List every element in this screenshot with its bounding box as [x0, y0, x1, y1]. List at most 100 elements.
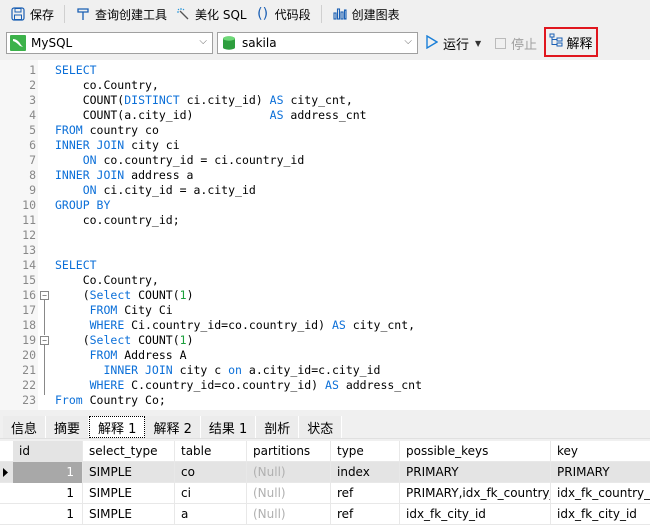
table-row[interactable]: 1 SIMPLE ci (Null) ref PRIMARY,idx_fk_country… — [0, 483, 650, 504]
line-number: 8 — [29, 168, 36, 182]
grid-cell[interactable]: ci — [175, 483, 247, 504]
grid-cell[interactable]: (Null) — [247, 462, 331, 483]
code-text: Co.Country, — [55, 273, 159, 287]
grid-cell[interactable]: SIMPLE — [83, 483, 175, 504]
grid-cell[interactable]: (Null) — [247, 483, 331, 504]
main-toolbar: 保存 查询创建工具 美化 SQL () 代码段 创建图表 — [0, 0, 650, 28]
code-text: co.Country, — [55, 78, 159, 92]
fold-guide — [44, 345, 45, 395]
code-text: ON co.country_id = ci.country_id — [82, 153, 305, 167]
explain-label: 解释 — [566, 36, 593, 52]
line-number: 15 — [22, 273, 36, 287]
line-number: 11 — [22, 213, 36, 227]
grid-cell[interactable]: idx_fk_country_id — [551, 483, 650, 504]
beautify-sql-button[interactable]: 美化 SQL — [171, 3, 251, 25]
fold-toggle-icon[interactable]: − — [40, 291, 49, 300]
column-header[interactable]: partitions — [247, 441, 331, 462]
grid-cell[interactable]: 1 — [13, 504, 83, 525]
result-tab[interactable]: 信息 — [3, 416, 47, 438]
line-number: 10 — [22, 198, 36, 212]
grid-cell[interactable]: ref — [331, 483, 400, 504]
parentheses-icon: () — [257, 6, 269, 22]
line-number: 14 — [22, 258, 36, 272]
save-label: 保存 — [30, 7, 55, 22]
code-snippet-label: 代码段 — [274, 7, 311, 22]
grid-cell[interactable]: PRIMARY — [400, 462, 551, 483]
result-tab[interactable]: 状态 — [299, 416, 343, 438]
result-tab[interactable]: 结果 1 — [200, 416, 257, 438]
create-chart-button[interactable]: 创建图表 — [328, 3, 404, 25]
table-row[interactable]: 1 SIMPLE a (Null) ref idx_fk_city_id idx_fk_ci… — [0, 504, 650, 525]
table-row[interactable]: 1 SIMPLE co (Null) index PRIMARY PRIMARY — [0, 462, 650, 483]
database-icon — [221, 35, 237, 51]
grid-cell[interactable]: ref — [331, 504, 400, 525]
toolbar-divider — [320, 5, 322, 23]
column-header[interactable]: table — [175, 441, 247, 462]
row-indicator[interactable] — [0, 483, 13, 504]
code-snippet-button[interactable]: () 代码段 — [251, 3, 315, 25]
grid-cell[interactable]: (Null) — [247, 504, 331, 525]
code-text: FROM Address A — [89, 348, 187, 362]
grid-cell[interactable]: co — [175, 462, 247, 483]
result-tab[interactable]: 解释 1 — [89, 416, 146, 438]
line-number: 19 — [22, 333, 36, 347]
line-number: 23 — [22, 393, 36, 407]
row-indicator[interactable] — [0, 462, 13, 483]
fold-toggle-icon[interactable]: − — [40, 336, 49, 345]
code-text: From Country Co; — [55, 393, 166, 407]
line-number: 13 — [22, 243, 36, 257]
run-label: 运行 — [443, 38, 470, 53]
line-number: 18 — [22, 318, 36, 332]
code-text: FROM City Ci — [89, 303, 173, 317]
line-number: 21 — [22, 363, 36, 377]
result-tab[interactable]: 解释 2 — [145, 416, 201, 438]
line-number: 2 — [29, 78, 36, 92]
line-number: 3 — [29, 93, 36, 107]
result-tab[interactable]: 摘要 — [46, 416, 90, 438]
row-indicator[interactable] — [0, 504, 13, 525]
sql-editor[interactable]: 1 SELECT 2 co.Country, 3 COUNT(DISTINCT ci.… — [0, 60, 650, 410]
line-number: 9 — [29, 183, 36, 197]
toolbar-divider — [64, 5, 66, 23]
magic-wand-icon — [175, 6, 191, 22]
result-tab[interactable]: 剖析 — [256, 416, 300, 438]
code-text: COUNT(a.city_id) AS address_cnt — [55, 108, 367, 122]
grid-cell[interactable]: index — [331, 462, 400, 483]
grid-cell[interactable]: idx_fk_city_id — [400, 504, 551, 525]
code-text: (Select COUNT(1) — [55, 333, 194, 347]
grid-cell[interactable]: a — [175, 504, 247, 525]
run-dropdown-icon[interactable]: ▼ — [475, 39, 481, 48]
query-builder-label: 查询创建工具 — [95, 7, 168, 22]
grid-cell[interactable]: SIMPLE — [83, 462, 175, 483]
mysql-dolphin-icon — [10, 35, 26, 51]
column-header[interactable]: select_type — [83, 441, 175, 462]
stop-label: 停止 — [511, 38, 538, 53]
chevron-down-icon: ⌵ — [199, 36, 207, 47]
grid-cell[interactable]: SIMPLE — [83, 504, 175, 525]
column-header[interactable]: possible_keys — [400, 441, 551, 462]
result-tabs: 信息 摘要 解释 1 解释 2 结果 1 剖析 状态 — [0, 413, 650, 439]
stop-button[interactable]: 停止 — [495, 34, 537, 53]
column-header[interactable]: key — [551, 441, 650, 462]
run-button[interactable]: 运行 ▼ — [426, 34, 481, 53]
connection-select[interactable]: MySQL ⌵ — [6, 32, 213, 54]
grid-cell[interactable]: idx_fk_city_id — [551, 504, 650, 525]
code-text: WHERE Ci.country_id=co.country_id) AS ci… — [89, 318, 416, 332]
code-text: WHERE C.country_id=co.country_id) AS add… — [89, 378, 422, 392]
query-builder-button[interactable]: 查询创建工具 — [71, 3, 171, 25]
stop-icon — [495, 38, 506, 49]
code-text: INNER JOIN city c on a.city_id=c.city_id — [103, 363, 381, 377]
line-number: 1 — [29, 63, 36, 77]
database-select[interactable]: sakila ⌵ — [217, 32, 418, 54]
column-header[interactable]: type — [331, 441, 400, 462]
fold-guide — [44, 300, 45, 335]
column-header[interactable]: id — [13, 441, 83, 462]
grid-cell[interactable]: 1 — [13, 462, 83, 483]
explain-button[interactable]: 解释 — [544, 27, 598, 57]
grid-cell[interactable]: 1 — [13, 483, 83, 504]
grid-cell[interactable]: PRIMARY,idx_fk_country_ — [400, 483, 551, 504]
explain-result-grid[interactable]: id select_type table partitions type possible… — [0, 441, 650, 532]
save-button[interactable]: 保存 — [6, 3, 58, 25]
chevron-down-icon: ⌵ — [404, 36, 412, 47]
grid-cell[interactable]: PRIMARY — [551, 462, 650, 483]
